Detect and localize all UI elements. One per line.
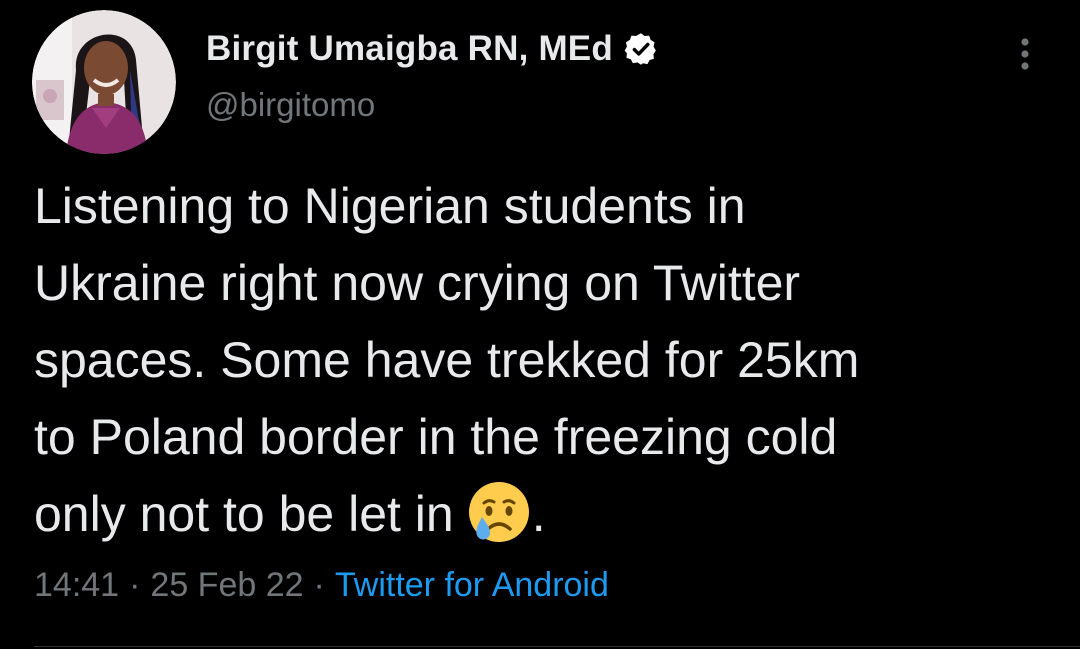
more-vertical-icon[interactable] (1010, 34, 1040, 74)
tweet-text-line: Listening to Nigerian students in (34, 178, 746, 234)
divider (34, 646, 1080, 647)
tweet-text-line: only not to be let in (34, 486, 454, 542)
display-name-row: Birgit Umaigba RN, MEd (206, 26, 659, 72)
tweet-source-link[interactable]: Twitter for Android (335, 566, 609, 604)
avatar-image (32, 10, 176, 154)
tweet-text-line: spaces. Some have trekked for 25km (34, 332, 860, 388)
tweet-text-line: Ukraine right now crying on Twitter (34, 255, 801, 311)
handle[interactable]: @birgitomo (206, 86, 659, 124)
avatar[interactable] (32, 10, 176, 154)
tweet-text: Listening to Nigerian students in Ukrain… (34, 168, 1054, 553)
tweet-text-last-line: only not to be let in . (34, 476, 1054, 553)
tweet: Birgit Umaigba RN, MEd @birgitomo Listen… (0, 0, 1080, 649)
meta-separator: · (129, 566, 141, 604)
verified-badge-icon (623, 31, 659, 67)
tweet-text-line: to Poland border in the freezing cold (34, 409, 838, 465)
display-name[interactable]: Birgit Umaigba RN, MEd (206, 29, 613, 69)
crying-face-emoji (466, 479, 532, 545)
tweet-date[interactable]: 25 Feb 22 (150, 566, 303, 604)
tweet-meta: 14:41 · 25 Feb 22 · Twitter for Android (34, 566, 609, 605)
tweet-end-punct: . (531, 486, 546, 542)
author-info: Birgit Umaigba RN, MEd @birgitomo (206, 26, 659, 124)
tweet-time[interactable]: 14:41 (34, 566, 119, 604)
meta-separator: · (313, 566, 325, 604)
